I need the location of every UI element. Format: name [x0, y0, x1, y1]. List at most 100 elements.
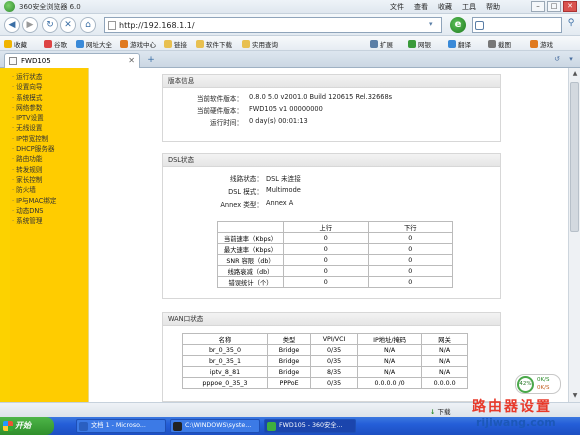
- table-row: SNR 容限（db） 0 0: [217, 254, 453, 266]
- menu-wireless[interactable]: 无线设置: [10, 123, 88, 133]
- menu-file[interactable]: 文件: [390, 2, 404, 12]
- forward-icon[interactable]: ▶: [22, 17, 38, 33]
- dsl-mode-row: DSL 模式： Multimode: [163, 186, 502, 196]
- globe-icon: [76, 40, 84, 48]
- dsl-mode-label: DSL 模式：: [228, 188, 263, 196]
- tab-close-icon[interactable]: ✕: [128, 56, 135, 65]
- tab-label: FWD105: [21, 57, 51, 65]
- gamepad-icon: [530, 40, 538, 48]
- back-icon[interactable]: ◀: [4, 17, 20, 33]
- download-speed: 0K/S: [537, 385, 550, 391]
- taskbar-item-browser[interactable]: FWD105 - 360安全...: [264, 419, 356, 433]
- window-controls: – □ ✕: [531, 1, 577, 12]
- menu-run-status[interactable]: 运行状态: [10, 72, 88, 82]
- tab-bar: FWD105 ✕ + ↺ ▾: [0, 51, 580, 68]
- scroll-up-icon[interactable]: ▲: [570, 69, 580, 79]
- tab-list-icon[interactable]: ▾: [566, 54, 576, 64]
- fav-utility-query[interactable]: 实用查询: [242, 39, 278, 49]
- dropdown-icon[interactable]: ▾: [429, 20, 439, 30]
- vertical-scrollbar[interactable]: ▲ ▼: [568, 68, 580, 402]
- menu-view[interactable]: 查看: [414, 2, 428, 12]
- star-icon: [4, 40, 12, 48]
- folder-icon: [196, 40, 204, 48]
- menu-iptv[interactable]: IPTV设置: [10, 113, 88, 123]
- taskbar-item-word[interactable]: 文档 1 - Microso...: [76, 419, 166, 433]
- table-row: br_0_35_1 Bridge 0/35 N/A N/A: [182, 355, 468, 367]
- scroll-thumb[interactable]: [570, 82, 579, 232]
- download-button[interactable]: 下载: [430, 406, 450, 416]
- fav-google[interactable]: 谷歌: [44, 39, 67, 49]
- search-box: [472, 17, 562, 33]
- menu-routing[interactable]: 路由功能: [10, 154, 88, 164]
- page-content: 运行状态 设置向导 系统模式 网络参数 IPTV设置 无线设置 IP带宽控制 D…: [0, 68, 580, 402]
- hw-version-label: 当前硬件版本：: [196, 107, 243, 115]
- fav-game-center[interactable]: 游戏中心: [120, 39, 156, 49]
- browser-mode-icon[interactable]: e: [450, 17, 466, 33]
- menu-dhcp[interactable]: DHCP服务器: [10, 144, 88, 154]
- menu-ip-mac-binding[interactable]: IP与MAC绑定: [10, 196, 88, 206]
- annex-label: Annex 类型：: [220, 201, 263, 209]
- restore-button[interactable]: □: [547, 1, 561, 12]
- watermark-title: 路由器设置: [472, 399, 552, 415]
- toolbar-games[interactable]: 游戏: [530, 39, 553, 49]
- wan-title: WAN口状态: [163, 313, 500, 326]
- table-row: 当前速率（Kbps） 0 0: [217, 232, 453, 244]
- wan-panel: WAN口状态 名称 类型 VPI/VCI IP地址/掩码 网关 br_0_35_…: [162, 312, 501, 402]
- menu-system-mode[interactable]: 系统模式: [10, 93, 88, 103]
- menu-tools[interactable]: 工具: [462, 2, 476, 12]
- close-button[interactable]: ✕: [563, 1, 577, 12]
- divider: [88, 68, 89, 402]
- toolbar-screenshot[interactable]: 截图: [488, 39, 511, 49]
- line-status-value: DSL 未连接: [266, 175, 301, 183]
- taskbar-item-cmd[interactable]: C:\WINDOWS\syste...: [170, 419, 260, 433]
- menu-firewall[interactable]: 防火墙: [10, 185, 88, 195]
- favorites-bar: 收藏 谷歌 网址大全 游戏中心 链接 软件下载 实用查询 扩展 网银 翻译 截图: [0, 36, 580, 51]
- sw-version-label: 当前软件版本：: [196, 95, 243, 103]
- menu-favorites[interactable]: 收藏: [438, 2, 452, 12]
- minimize-button[interactable]: –: [531, 1, 545, 12]
- fav-links[interactable]: 链接: [164, 39, 187, 49]
- line-status-row: 线路状态： DSL 未连接: [163, 173, 502, 183]
- scissors-icon: [488, 40, 496, 48]
- browser-logo-icon: [4, 1, 15, 12]
- start-button[interactable]: 开始: [0, 417, 54, 435]
- fav-url-directory[interactable]: 网址大全: [76, 39, 112, 49]
- search-input[interactable]: [487, 18, 557, 31]
- refresh-icon[interactable]: ↻: [42, 17, 58, 33]
- restore-tab-icon[interactable]: ↺: [552, 54, 562, 64]
- version-panel: 版本信息 当前软件版本： 0.8.0 5.0 v2001.0 Build 120…: [162, 74, 501, 142]
- hw-version-row: 当前硬件版本： FWD105 v1 00000000: [163, 105, 502, 115]
- terminal-icon: [173, 422, 182, 431]
- menu-system-admin[interactable]: 系统管理: [10, 216, 88, 226]
- left-stripe: [0, 68, 10, 402]
- search-icon[interactable]: ⚲: [564, 18, 578, 32]
- toolbar-translate[interactable]: 翻译: [448, 39, 471, 49]
- menu-forwarding[interactable]: 转发规则: [10, 165, 88, 175]
- table-row: br_0_35_0 Bridge 0/35 N/A N/A: [182, 344, 468, 356]
- menu-parental[interactable]: 家长控制: [10, 175, 88, 185]
- menu-help[interactable]: 帮助: [486, 2, 500, 12]
- fav-collect[interactable]: 收藏: [4, 39, 27, 49]
- stop-icon[interactable]: ✕: [60, 17, 76, 33]
- table-row: pppoe_0_35_3 PPPoE 0/35 0.0.0.0 /0 0.0.0…: [182, 377, 468, 389]
- menu-setup-wizard[interactable]: 设置向导: [10, 82, 88, 92]
- table-header-row: 上行 下行: [217, 221, 453, 233]
- game-icon: [120, 40, 128, 48]
- table-row: 线路衰减（db） 0 0: [217, 265, 453, 277]
- toolbar-netbank[interactable]: 网银: [408, 39, 431, 49]
- new-tab-button[interactable]: +: [144, 55, 158, 66]
- menu-network-params[interactable]: 网络参数: [10, 103, 88, 113]
- page-icon: [9, 57, 17, 65]
- network-speed-widget[interactable]: 42% 0K/S 0K/S: [515, 374, 561, 394]
- router-menu: 运行状态 设置向导 系统模式 网络参数 IPTV设置 无线设置 IP带宽控制 D…: [10, 68, 88, 402]
- search-engine-icon[interactable]: [475, 21, 484, 30]
- tab-tools: ↺ ▾: [552, 54, 576, 64]
- tab-fwd105[interactable]: FWD105 ✕: [4, 53, 140, 68]
- menu-bandwidth[interactable]: IP带宽控制: [10, 134, 88, 144]
- toolbar-extensions[interactable]: 扩展: [370, 39, 393, 49]
- home-icon[interactable]: ⌂: [80, 17, 96, 33]
- menu-ddns[interactable]: 动态DNS: [10, 206, 88, 216]
- shield-icon: [408, 40, 416, 48]
- fav-software-download[interactable]: 软件下载: [196, 39, 232, 49]
- url-input[interactable]: [119, 19, 419, 31]
